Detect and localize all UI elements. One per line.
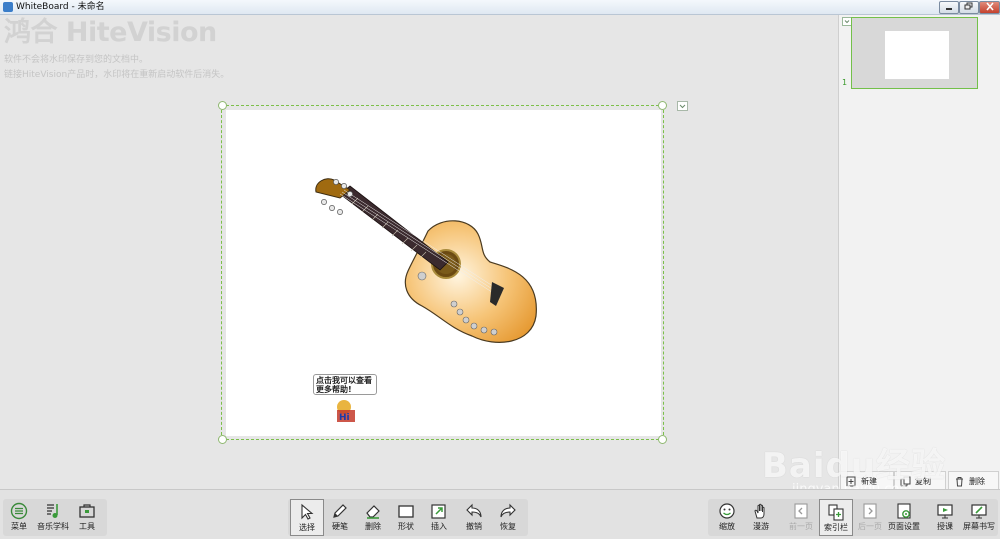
menu-label: 菜单	[11, 522, 27, 531]
undo-label: 撤销	[466, 522, 482, 531]
delete-page-button[interactable]: 删除	[948, 471, 999, 491]
tools-button[interactable]: 工具	[70, 499, 104, 536]
minimize-button[interactable]	[939, 1, 959, 14]
help-bubble-line-2: 更多帮助!	[316, 385, 352, 394]
trash-icon	[956, 477, 963, 487]
screen-write-icon	[971, 504, 987, 519]
prev-page-label: 前一页	[789, 522, 813, 531]
index-icon	[828, 504, 844, 521]
prev-page-icon	[794, 503, 808, 519]
app-icon	[3, 2, 13, 12]
page-thumbnail-preview	[885, 31, 949, 79]
undo-icon	[466, 503, 482, 518]
lecture-button[interactable]: 授课	[928, 499, 962, 536]
music-icon	[47, 504, 58, 518]
toolbox-icon	[79, 504, 95, 518]
zoom-button[interactable]: 缩放	[710, 499, 744, 536]
page-settings-icon	[897, 503, 911, 519]
screen-write-button[interactable]: 屏幕书写	[962, 499, 996, 536]
minimize-icon	[946, 8, 952, 10]
pen-icon	[333, 504, 347, 518]
redo-button[interactable]: 恢复	[491, 499, 525, 536]
page-settings-label: 页面设置	[888, 522, 920, 531]
page-thumbnail-number: 1	[842, 78, 848, 87]
undo-button[interactable]: 撤销	[457, 499, 491, 536]
resize-handle-top-left[interactable]	[218, 101, 227, 110]
resize-handle-top-right[interactable]	[658, 101, 667, 110]
frame-options-dropdown[interactable]	[677, 101, 688, 111]
delete-page-label: 删除	[969, 477, 985, 486]
insert-button[interactable]: 插入	[422, 499, 456, 536]
zoom-icon	[719, 503, 735, 519]
next-page-label: 后一页	[858, 522, 882, 531]
eraser-tool-label: 删除	[365, 522, 381, 531]
eraser-tool-button[interactable]: 删除	[356, 499, 390, 536]
select-tool-label: 选择	[299, 523, 315, 532]
close-button[interactable]	[979, 1, 1000, 14]
lecture-label: 授课	[937, 522, 953, 531]
help-bubble-line-1: 点击我可以查看	[316, 376, 372, 385]
pen-tool-label: 硬笔	[332, 522, 348, 531]
pen-tool-button[interactable]: 硬笔	[323, 499, 357, 536]
redo-label: 恢复	[500, 522, 516, 531]
resize-handle-bottom-left[interactable]	[218, 435, 227, 444]
shape-tool-button[interactable]: 形状	[389, 499, 423, 536]
roam-label: 漫游	[753, 522, 769, 531]
roam-button[interactable]: 漫游	[744, 499, 778, 536]
chevron-down-icon	[844, 20, 850, 24]
page-settings-button[interactable]: 页面设置	[887, 499, 921, 536]
hand-icon	[754, 503, 765, 519]
index-bar-button[interactable]: 索引栏	[819, 499, 853, 536]
eraser-icon	[366, 505, 380, 519]
shape-tool-label: 形状	[398, 522, 414, 531]
screen-write-label: 屏幕书写	[963, 522, 995, 531]
prev-page-button[interactable]: 前一页	[784, 499, 818, 536]
window-title: WhiteBoard - 未命名	[16, 2, 105, 12]
restore-icon	[964, 2, 973, 10]
insert-icon	[431, 504, 446, 519]
tools-label: 工具	[79, 522, 95, 531]
help-bubble[interactable]: 点击我可以查看 更多帮助!	[313, 374, 377, 395]
rectangle-icon	[398, 505, 414, 518]
music-subject-label: 音乐学科	[37, 522, 69, 531]
help-mascot-label: Hi	[339, 413, 350, 423]
guitar-image[interactable]	[310, 176, 542, 346]
next-page-icon	[863, 503, 877, 519]
insert-label: 插入	[431, 522, 447, 531]
index-bar-label: 索引栏	[824, 523, 848, 532]
lecture-icon	[937, 504, 953, 519]
menu-button[interactable]: 菜单	[2, 499, 36, 536]
redo-icon	[500, 503, 516, 518]
title-bar: WhiteBoard - 未命名	[0, 0, 1000, 15]
close-icon	[985, 2, 994, 11]
watermark-line-1: 软件不会将水印保存到您的文档中。	[4, 55, 149, 65]
resize-handle-bottom-right[interactable]	[658, 435, 667, 444]
select-tool-button[interactable]: 选择	[290, 499, 324, 536]
restore-button[interactable]	[959, 1, 979, 14]
help-mascot-icon[interactable]: Hi	[333, 398, 359, 426]
menu-icon	[10, 502, 28, 520]
baidu-watermark-logo: Baidu经验	[762, 446, 947, 486]
music-subject-button[interactable]: 音乐学科	[36, 499, 70, 536]
zoom-label: 缩放	[719, 522, 735, 531]
watermark-line-2: 链接HiteVision产品时，水印将在重新启动软件后消失。	[4, 70, 230, 80]
chevron-down-icon	[679, 104, 686, 109]
cursor-icon	[301, 503, 314, 520]
next-page-button[interactable]: 后一页	[853, 499, 887, 536]
watermark-logo: 鸿合 HiteVision	[4, 17, 217, 48]
